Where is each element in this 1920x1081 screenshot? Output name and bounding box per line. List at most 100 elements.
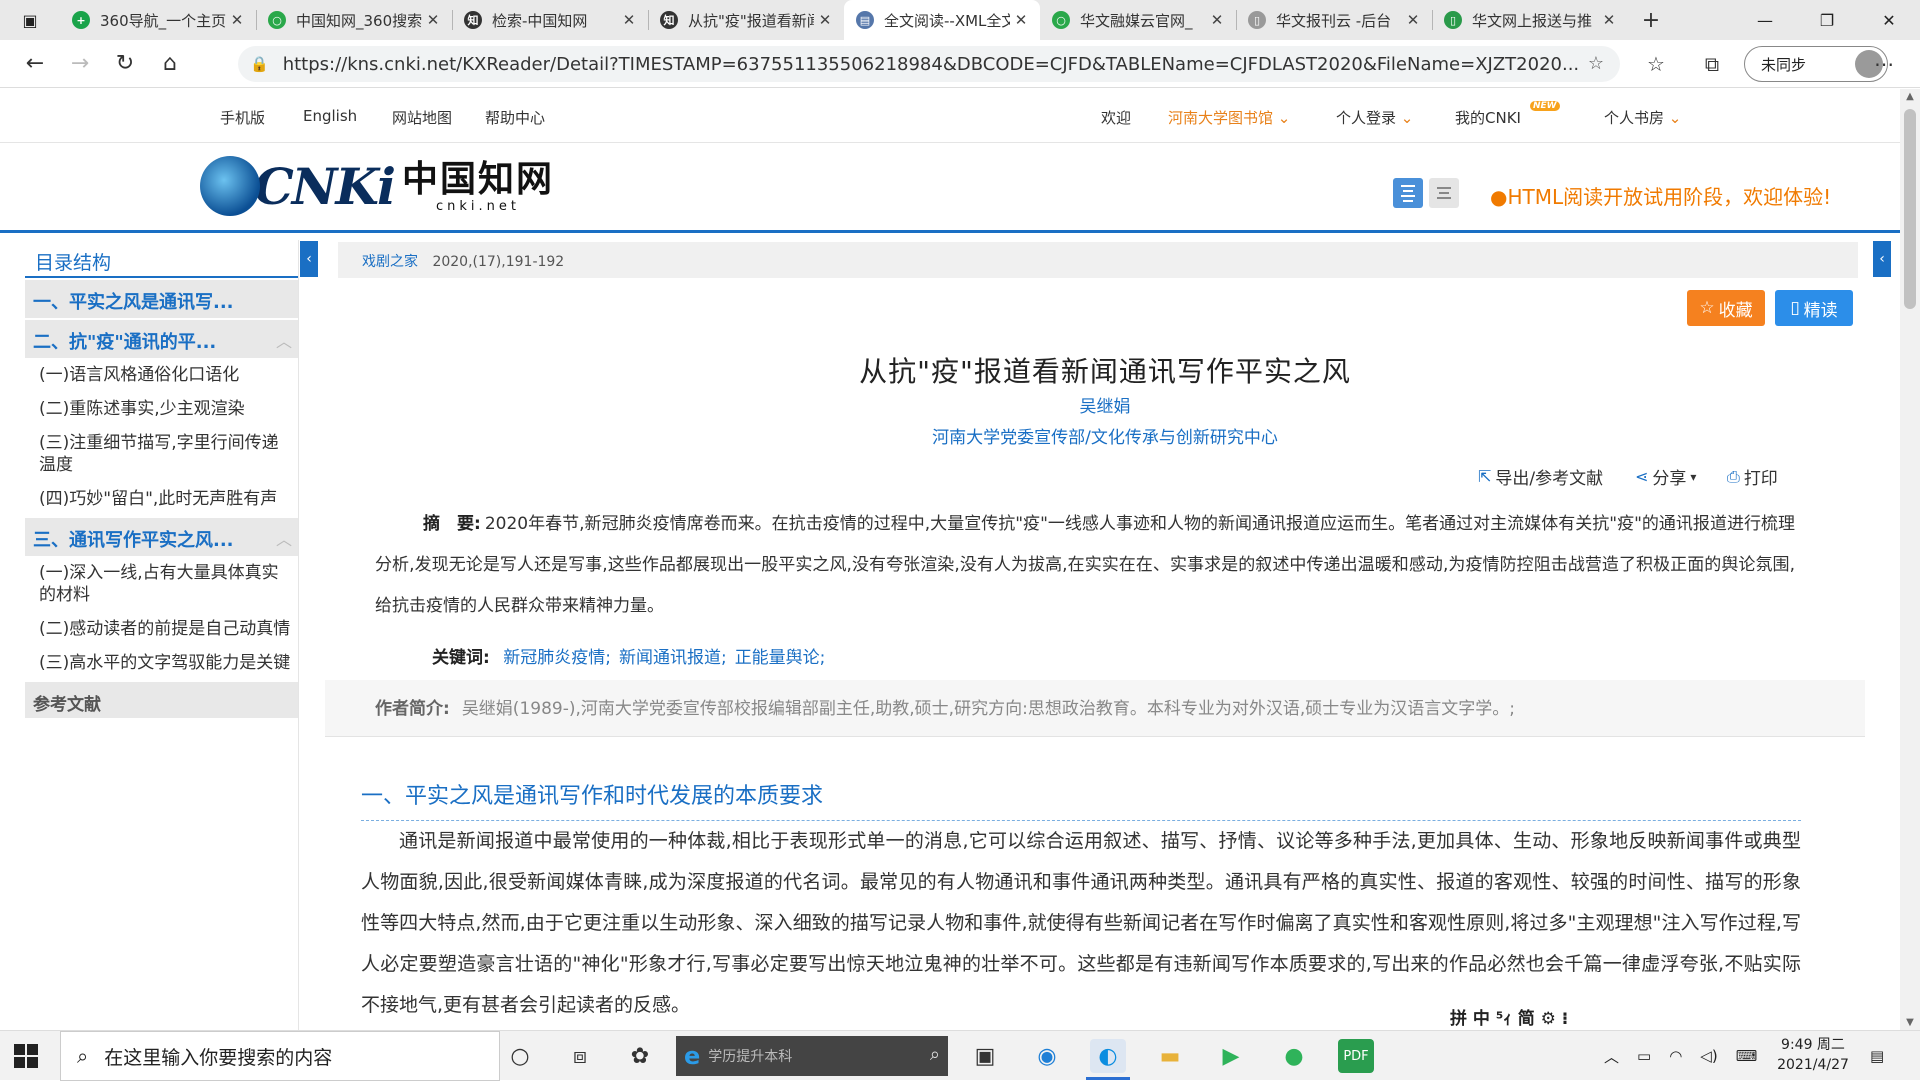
- bookroom-menu[interactable]: 个人书房 ⌄: [1604, 107, 1681, 128]
- store-icon[interactable]: ▣: [967, 1039, 1003, 1073]
- file-explorer-icon[interactable]: ▬: [1152, 1039, 1188, 1073]
- close-tab-icon[interactable]: ✕: [422, 11, 444, 29]
- close-tab-icon[interactable]: ✕: [1206, 11, 1228, 29]
- tab-title: 华文报刊云 -后台: [1276, 11, 1392, 30]
- toc-item[interactable]: (四)巧妙"留白",此时无声胜有声: [25, 482, 298, 516]
- minimize-icon[interactable]: —: [1734, 0, 1796, 40]
- favorites-icon[interactable]: ☆: [1636, 44, 1676, 84]
- media-player-icon[interactable]: ▶: [1213, 1039, 1249, 1073]
- cnki-logo[interactable]: CNKi 中国知网 cnki.net: [200, 153, 554, 219]
- toc-item[interactable]: (二)感动读者的前提是自己动真情: [25, 612, 298, 646]
- clock[interactable]: 9:49 周二 2021/4/27: [1768, 1035, 1858, 1075]
- ime-toolbar[interactable]: 拼 中 ⁵ｨ 简 ⚙ ⁝: [1444, 1003, 1604, 1029]
- browser-icon[interactable]: ◉: [1029, 1039, 1065, 1073]
- toc-references[interactable]: 参考文献: [25, 682, 298, 718]
- forward-icon[interactable]: →: [60, 44, 100, 84]
- keyword-link[interactable]: 新冠肺炎疫情;: [503, 648, 611, 668]
- refresh-icon[interactable]: ↻: [105, 44, 145, 84]
- intensive-read-button[interactable]: ▯ 精读: [1775, 290, 1853, 326]
- my-cnki-link[interactable]: 我的CNKI NEW: [1455, 101, 1560, 128]
- library-menu[interactable]: 河南大学图书馆 ⌄: [1168, 107, 1290, 128]
- browser-tab[interactable]: 知从抗"疫"报道看新闻 ✕: [648, 0, 844, 40]
- browser-tab[interactable]: ▯ 华文网上报送与推 ✕: [1432, 0, 1628, 40]
- scroll-down-icon[interactable]: ▼: [1900, 1017, 1920, 1028]
- welcome-text: 欢迎: [1101, 109, 1132, 127]
- new-tab-button[interactable]: +: [1628, 0, 1674, 40]
- help-link[interactable]: 帮助中心: [485, 107, 545, 128]
- author-name[interactable]: 吴继娟: [1080, 397, 1131, 417]
- volume-icon[interactable]: ◁): [1700, 1047, 1717, 1065]
- close-tab-icon[interactable]: ✕: [1402, 11, 1424, 29]
- page-scrollbar[interactable]: ▲ ▼: [1900, 89, 1920, 1030]
- edge-icon[interactable]: ◐: [1090, 1039, 1126, 1073]
- toc-section-1[interactable]: 一、平实之风是通讯写...: [25, 280, 298, 318]
- keyword-link[interactable]: 正能量舆论;: [735, 648, 826, 668]
- chevron-up-icon[interactable]: ︿: [276, 328, 292, 352]
- journal-link[interactable]: 戏剧之家: [362, 254, 418, 270]
- scroll-up-icon[interactable]: ▲: [1900, 91, 1920, 102]
- toc-item[interactable]: (三)注重细节描写,字里行间传递温度: [25, 426, 298, 482]
- list-view-icon[interactable]: [1393, 178, 1423, 208]
- close-tab-icon[interactable]: ✕: [618, 11, 640, 29]
- toc-section-2[interactable]: 二、抗"疫"通讯的平... ︿: [25, 320, 298, 358]
- browser-tab[interactable]: +360导航_一个主页 ✕: [60, 0, 256, 40]
- keyboard-icon[interactable]: ⌨: [1736, 1047, 1758, 1065]
- url-input[interactable]: 🔒 https://kns.cnki.net/KXReader/Detail?T…: [238, 46, 1620, 82]
- collections-icon[interactable]: ⧉: [1692, 44, 1732, 84]
- close-tab-icon[interactable]: ✕: [814, 11, 836, 29]
- close-tab-icon[interactable]: ✕: [1010, 11, 1032, 29]
- toc-item[interactable]: (三)高水平的文字驾驭能力是关键: [25, 646, 298, 680]
- mobile-link[interactable]: 手机版: [220, 107, 265, 128]
- browser-tab[interactable]: ▯ 华文报刊云 -后台 ✕: [1236, 0, 1432, 40]
- collapse-right-panel-icon[interactable]: ‹: [1873, 241, 1891, 277]
- windows-start-icon[interactable]: [14, 1044, 38, 1068]
- collapse-sidebar-icon[interactable]: ‹: [300, 241, 318, 277]
- more-icon[interactable]: ⋯: [1864, 44, 1904, 84]
- affiliation-link[interactable]: 河南大学党委宣传部/文化传承与创新研究中心: [932, 428, 1278, 448]
- print-button[interactable]: ⎙ 打印: [1727, 464, 1778, 490]
- tab-title: 全文阅读--XML全文: [884, 11, 1010, 30]
- tab-actions-icon[interactable]: ▣: [0, 0, 60, 40]
- browser-tab[interactable]: 知检索-中国知网 ✕: [452, 0, 648, 40]
- toc-item[interactable]: (一)语言风格通俗化口语化: [25, 358, 298, 392]
- wifi-icon[interactable]: ◠: [1669, 1047, 1682, 1065]
- close-tab-icon[interactable]: ✕: [1598, 11, 1620, 29]
- close-tab-icon[interactable]: ✕: [226, 11, 248, 29]
- wechat-icon[interactable]: ●: [1276, 1039, 1312, 1073]
- login-menu[interactable]: 个人登录 ⌄: [1336, 107, 1413, 128]
- toc-section-2-label: 二、抗"疫"通讯的平...: [33, 332, 217, 353]
- chevron-up-icon[interactable]: ︿: [1604, 1046, 1619, 1067]
- sitemap-link[interactable]: 网站地图: [392, 107, 452, 128]
- browser-tab[interactable]: ▤ 全文阅读--XML全文 ✕: [844, 0, 1040, 40]
- back-icon[interactable]: ←: [15, 44, 55, 84]
- pinwheel-icon[interactable]: ✿: [622, 1039, 658, 1073]
- browser-tab[interactable]: ○ 华文融媒云官网_ ✕: [1040, 0, 1236, 40]
- toc-section-3[interactable]: 三、通讯写作平实之风... ︿: [25, 518, 298, 556]
- browser-tab[interactable]: ○ 中国知网_360搜索 ✕: [256, 0, 452, 40]
- login-label: 个人登录: [1336, 109, 1397, 127]
- maximize-icon[interactable]: ❐: [1796, 0, 1858, 40]
- my-cnki-label: 我的CNKI: [1455, 109, 1521, 127]
- share-button[interactable]: ⋖ 分享 ▾: [1635, 464, 1696, 489]
- notification-icon[interactable]: ▤: [1870, 1031, 1884, 1081]
- edge-search-box[interactable]: e 学历提升本科 ⌕: [676, 1036, 948, 1076]
- taskbar-search-box[interactable]: ⌕ 在这里输入你要搜索的内容: [60, 1031, 500, 1081]
- keyword-link[interactable]: 新闻通讯报道;: [619, 648, 727, 668]
- favorite-button[interactable]: ☆ 收藏: [1687, 290, 1765, 326]
- close-window-icon[interactable]: ✕: [1858, 0, 1920, 40]
- export-button[interactable]: ⇱ 导出/参考文献: [1478, 464, 1603, 489]
- add-favorite-icon[interactable]: ☆: [1588, 53, 1604, 74]
- toc-item[interactable]: (一)深入一线,占有大量具体真实的材料: [25, 556, 298, 612]
- toc-item[interactable]: (二)重陈述事实,少主观渲染: [25, 392, 298, 426]
- cortana-icon[interactable]: ○: [502, 1039, 538, 1073]
- lock-icon[interactable]: 🔒: [250, 55, 269, 73]
- chevron-up-icon[interactable]: ︿: [276, 526, 292, 550]
- battery-icon[interactable]: ▭: [1637, 1047, 1651, 1065]
- home-icon[interactable]: ⌂: [150, 44, 190, 84]
- task-view-icon[interactable]: ⧈: [562, 1039, 598, 1073]
- outline-view-icon[interactable]: [1429, 178, 1459, 208]
- chevron-down-icon: ⌄: [1668, 109, 1682, 127]
- scrollbar-thumb[interactable]: [1904, 109, 1916, 309]
- english-link[interactable]: English: [303, 107, 357, 125]
- pdf-icon[interactable]: PDF: [1338, 1039, 1374, 1073]
